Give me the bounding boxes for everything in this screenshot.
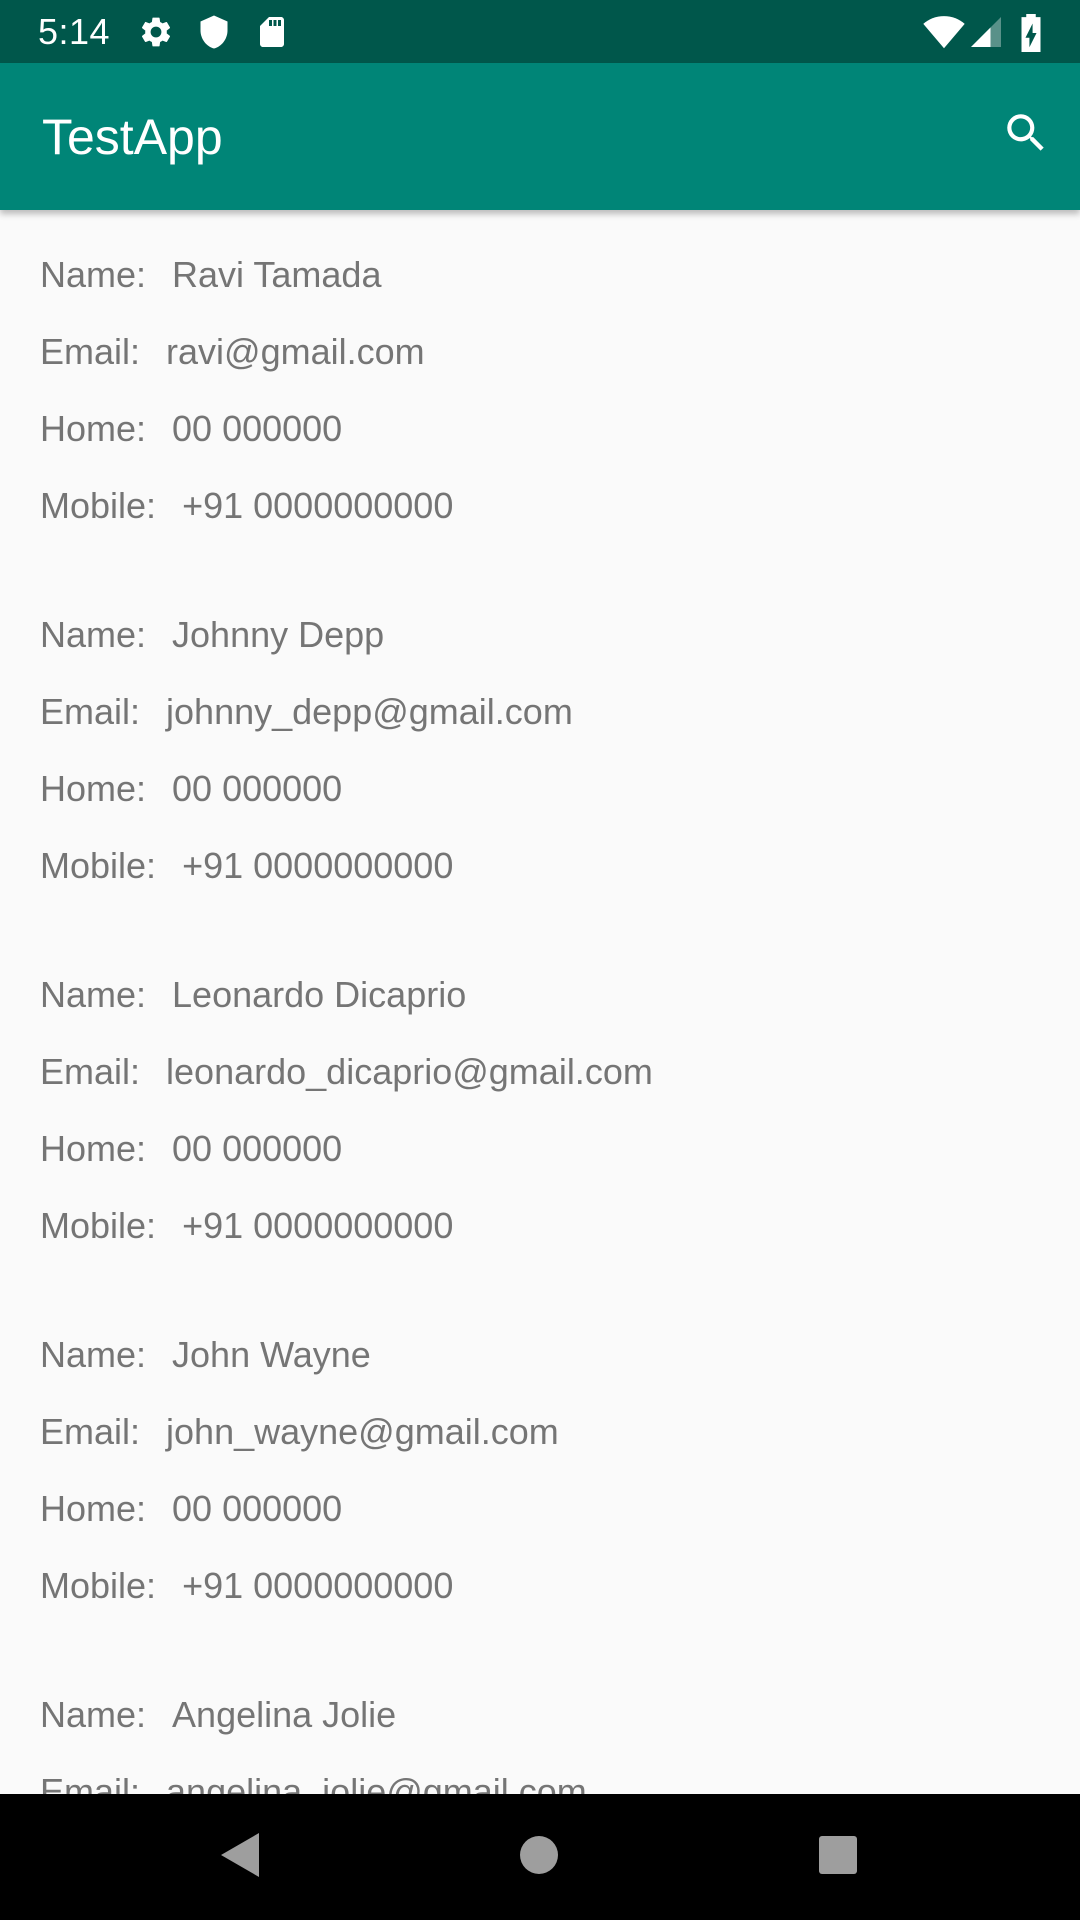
contact-list[interactable]: Name: Ravi Tamada Email: ravi@gmail.com Ho… [0,210,1080,1794]
home-value: 00 000000 [172,408,343,449]
recents-icon [818,1835,858,1880]
email-label: Email: [40,331,141,372]
email-row: Email: john_wayne@gmail.com [40,1407,559,1457]
name-label: Name: [40,1334,147,1375]
name-label: Name: [40,974,147,1015]
name-label: Name: [40,614,147,655]
battery-charging-icon [1016,14,1046,52]
home-row: Home: 00 000000 [40,404,342,454]
email-row: Email: ravi@gmail.com [40,327,425,377]
home-row: Home: 00 000000 [40,1124,342,1174]
name-row: Name: Johnny Depp [40,610,384,660]
email-label: Email: [40,1051,141,1092]
email-value: angelina_jolie@gmail.com [166,1771,587,1794]
status-time: 5:14 [38,11,111,52]
mobile-label: Mobile: [40,1205,157,1246]
mobile-value: +91 0000000000 [182,1205,454,1246]
name-value: Angelina Jolie [172,1694,397,1735]
email-row: Email: leonardo_dicaprio@gmail.com [40,1047,653,1097]
mobile-value: +91 0000000000 [182,485,454,526]
email-value: leonardo_dicaprio@gmail.com [166,1051,653,1092]
email-label: Email: [40,691,141,732]
gear-icon [138,14,174,50]
home-label: Home: [40,408,147,449]
home-value: 00 000000 [172,768,343,809]
name-row: Name: Angelina Jolie [40,1690,396,1740]
back-icon [217,1831,261,1884]
recents-button[interactable] [803,1822,873,1892]
name-value: Johnny Depp [172,614,385,655]
home-label: Home: [40,1488,147,1529]
home-row: Home: 00 000000 [40,764,342,814]
mobile-value: +91 0000000000 [182,845,454,886]
home-button[interactable] [504,1822,574,1892]
wifi-icon [922,14,966,50]
home-value: 00 000000 [172,1128,343,1169]
mobile-row: Mobile: +91 0000000000 [40,841,453,891]
shield-icon [196,14,232,50]
name-value: Leonardo Dicaprio [172,974,467,1015]
name-label: Name: [40,254,147,295]
email-value: ravi@gmail.com [166,331,425,372]
name-row: Name: John Wayne [40,1330,371,1380]
sd-card-icon [254,14,290,50]
name-value: Ravi Tamada [172,254,382,295]
cell-signal-icon [968,14,1004,50]
email-value: johnny_depp@gmail.com [166,691,573,732]
mobile-label: Mobile: [40,845,157,886]
name-row: Name: Leonardo Dicaprio [40,970,466,1020]
email-label: Email: [40,1411,141,1452]
email-row: Email: johnny_depp@gmail.com [40,687,573,737]
home-value: 00 000000 [172,1488,343,1529]
mobile-value: +91 0000000000 [182,1565,454,1606]
home-label: Home: [40,768,147,809]
mobile-row: Mobile: +91 0000000000 [40,481,453,531]
app-title: TestApp [42,109,223,165]
app-bar: TestApp [0,63,1080,210]
mobile-row: Mobile: +91 0000000000 [40,1201,453,1251]
name-row: Name: Ravi Tamada [40,250,381,300]
home-icon [519,1835,559,1880]
email-value: john_wayne@gmail.com [166,1411,559,1452]
email-label: Email: [40,1771,141,1794]
search-icon [1001,108,1051,163]
search-button[interactable] [994,103,1058,167]
email-row: Email: angelina_jolie@gmail.com [40,1767,587,1794]
screen: 5:14 TestApp Name: Ravi Tamada Email: ra… [0,0,1080,1920]
name-label: Name: [40,1694,147,1735]
navigation-bar [0,1794,1080,1920]
status-bar: 5:14 [0,0,1080,63]
home-row: Home: 00 000000 [40,1484,342,1534]
mobile-label: Mobile: [40,1565,157,1606]
back-button[interactable] [204,1822,274,1892]
home-label: Home: [40,1128,147,1169]
mobile-row: Mobile: +91 0000000000 [40,1561,453,1611]
mobile-label: Mobile: [40,485,157,526]
name-value: John Wayne [172,1334,371,1375]
